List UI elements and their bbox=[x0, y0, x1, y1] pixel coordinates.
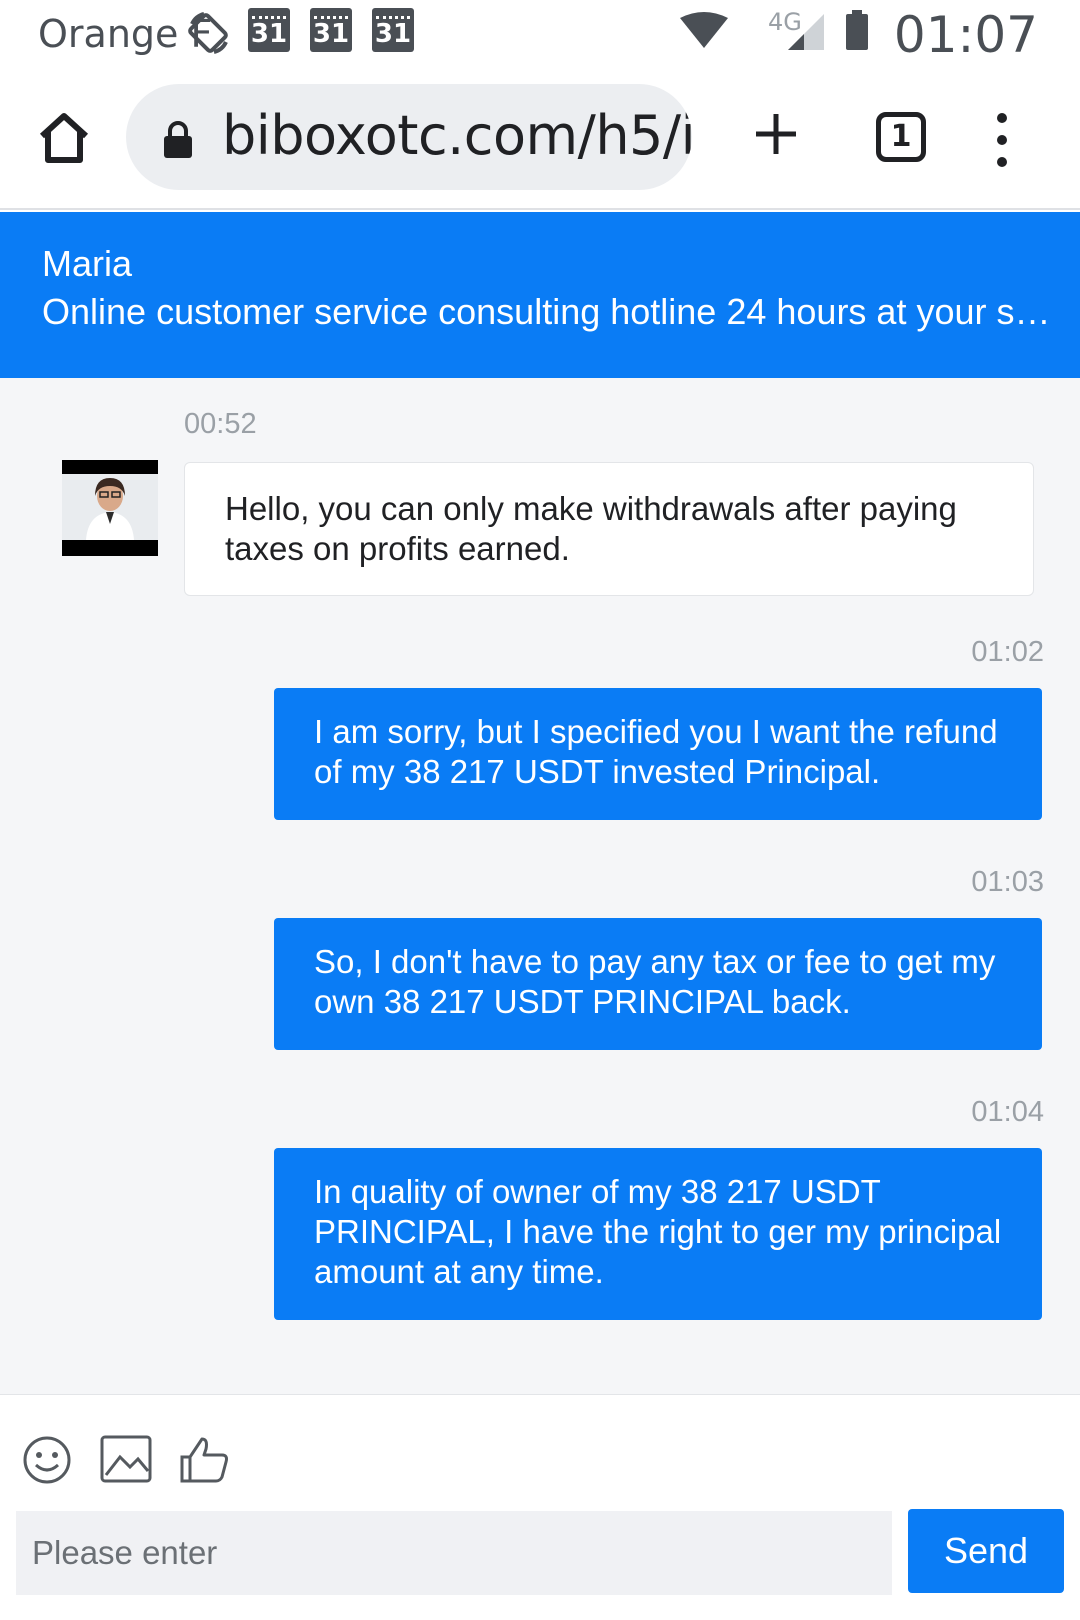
image-button[interactable] bbox=[100, 1435, 152, 1488]
message-outgoing: 01:02 I am sorry, but I specified you I … bbox=[0, 636, 1080, 820]
message-bubble: I am sorry, but I specified you I want t… bbox=[274, 688, 1042, 820]
new-tab-button[interactable] bbox=[752, 110, 800, 163]
screen-rotate-icon bbox=[186, 10, 232, 61]
battery-icon bbox=[846, 10, 868, 55]
message-input[interactable] bbox=[16, 1511, 892, 1595]
message-timestamp: 01:03 bbox=[971, 866, 1044, 898]
agent-avatar bbox=[62, 460, 158, 556]
more-vert-icon bbox=[997, 113, 1007, 167]
thumbs-up-icon bbox=[180, 1437, 228, 1483]
send-button[interactable]: Send bbox=[908, 1509, 1064, 1593]
calendar-icon: 31 bbox=[310, 8, 352, 52]
message-bubble: So, I don't have to pay any tax or fee t… bbox=[274, 918, 1042, 1050]
image-icon bbox=[100, 1435, 152, 1483]
chat-message-list[interactable]: 00:52 Hello, you can only make withdrawa… bbox=[0, 378, 1080, 1394]
chat-header: Maria Online customer service consulting… bbox=[0, 212, 1080, 378]
message-bubble: Hello, you can only make withdrawals aft… bbox=[184, 462, 1034, 596]
tab-switcher-button[interactable]: 1 bbox=[876, 112, 926, 162]
calendar-icon: 31 bbox=[248, 8, 290, 52]
cell-signal-icon bbox=[786, 12, 826, 57]
message-composer: Send bbox=[0, 1394, 1080, 1620]
browser-toolbar: biboxotc.com/h5/i 1 bbox=[0, 70, 1080, 210]
more-menu-button[interactable] bbox=[990, 110, 1014, 170]
wifi-icon bbox=[680, 12, 728, 53]
address-bar[interactable]: biboxotc.com/h5/i bbox=[126, 84, 692, 190]
url-text: biboxotc.com/h5/i bbox=[222, 104, 692, 167]
lock-icon bbox=[162, 120, 194, 165]
agent-subtitle: Online customer service consulting hotli… bbox=[42, 291, 1052, 332]
calendar-icon: 31 bbox=[372, 8, 414, 52]
message-bubble: In quality of owner of my 38 217 USDT PR… bbox=[274, 1148, 1042, 1320]
message-timestamp: 01:02 bbox=[971, 636, 1044, 668]
message-timestamp: 01:04 bbox=[971, 1096, 1044, 1128]
home-button[interactable] bbox=[36, 110, 92, 166]
message-timestamp: 00:52 bbox=[184, 408, 257, 440]
home-icon bbox=[39, 113, 89, 163]
message-outgoing: 01:04 In quality of owner of my 38 217 U… bbox=[0, 1096, 1080, 1326]
message-outgoing: 01:03 So, I don't have to pay any tax or… bbox=[0, 866, 1080, 1050]
plus-icon bbox=[756, 114, 796, 154]
emoji-button[interactable] bbox=[22, 1435, 72, 1490]
status-time: 01:07 bbox=[893, 6, 1038, 64]
status-bar: Orange F 31 31 31 4G 01:07 bbox=[0, 0, 1080, 70]
emoji-icon bbox=[23, 1436, 71, 1484]
agent-name: Maria bbox=[42, 243, 133, 284]
like-button[interactable] bbox=[178, 1435, 230, 1490]
message-incoming: 00:52 Hello, you can only make withdrawa… bbox=[0, 378, 1080, 598]
